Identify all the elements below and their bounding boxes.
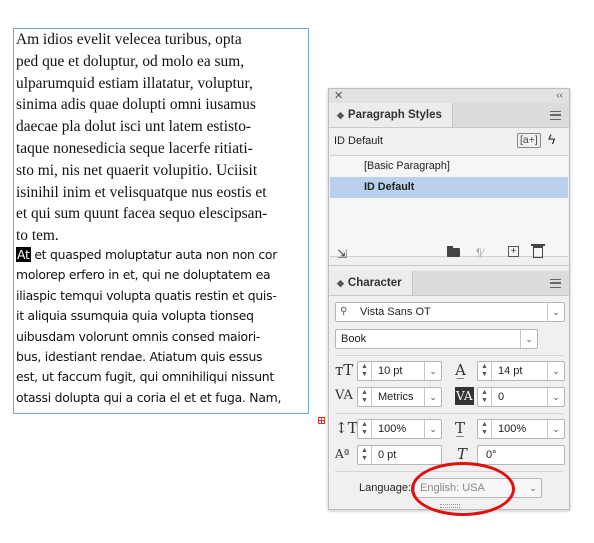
close-icon[interactable]: ✕ [334,89,343,103]
font-size-icon: ᴛT [335,361,354,379]
baseline-shift-icon: Aª [335,447,350,461]
text-line: At et quasped moluptatur auta non non co… [16,245,316,265]
chevron-down-icon[interactable]: ⌄ [547,388,564,406]
text-line: ulparumquid estiam illatatur, voluptur, [16,74,253,92]
stepper-icon[interactable]: ▲ ▼ [358,362,372,380]
chevron-down-icon[interactable]: ⌄ [424,362,441,380]
panel-title-bar[interactable]: ✕ ‹‹ [329,89,569,104]
tracking-field[interactable]: ▲ ▼ 0 ⌄ [477,387,565,407]
lightning-icon[interactable]: ϟ [548,131,555,147]
tab-character[interactable]: ◆ Character [329,271,413,295]
chevron-down-icon[interactable]: ⌄ [547,420,564,438]
load-styles-icon[interactable]: ⇲ [337,247,347,261]
trash-icon[interactable] [531,244,545,258]
font-style-select[interactable]: Book ⌄ [335,329,538,349]
chevron-down-icon[interactable]: ⌄ [525,479,541,497]
style-item[interactable]: [Basic Paragraph] [330,156,568,177]
tab-label: Character [347,277,402,289]
text-line: sto mi, nis net quaerit volupitio. Uciis… [16,161,258,179]
leading-icon: A̲ [455,361,466,379]
expand-chevron-icon[interactable]: ◆ [337,278,344,288]
stepper-icon[interactable]: ▲ ▼ [478,388,492,406]
clear-overrides-icon[interactable]: ¶⁄ [476,246,484,260]
collapse-icon[interactable]: ‹‹ [556,89,563,103]
text-frame[interactable]: Am idios evelit velecea turibus, opta pe… [13,28,325,424]
quick-apply-icon[interactable]: [a+] [517,133,541,148]
text-line: Am idios evelit velecea turibus, opta [16,31,242,48]
style-item[interactable]: ID Default [330,177,568,198]
text-line: molorep erfero in et, qui ne doluptatem … [16,267,271,283]
panel-menu-icon[interactable] [550,279,561,288]
skew-icon: T [457,445,468,463]
font-family-value: Vista Sans OT [360,306,431,318]
chevron-down-icon[interactable]: ⌄ [520,330,537,348]
folder-icon[interactable] [447,246,460,257]
text-line: it aliquia ssumquia quia volupta tionseq [16,308,254,324]
search-icon: ⚲ [340,306,348,317]
text-line: otassi dolupta qui a coria el et et fuga… [16,389,282,405]
chevron-down-icon[interactable]: ⌄ [424,420,441,438]
text-line: sinima adis quae dolupti omni iusamus [16,96,256,114]
vertical-scale-value: 100% [378,423,407,435]
text-line: est, ut faccum fugit, qui omnihiliqui ni… [16,369,275,385]
chevron-down-icon[interactable]: ⌄ [424,388,441,406]
stepper-icon[interactable]: ▲ ▼ [478,420,492,438]
tracking-icon: VA [455,387,474,405]
kerning-value: Metrics [378,391,414,403]
section-divider [329,265,569,266]
vertical-scale-icon: ↕T [335,419,358,437]
tracking-value: 0 [498,391,505,403]
text-line: ped que et doluptur, od molo ea sum, [16,52,245,70]
stepper-icon[interactable]: ▲ ▼ [478,362,492,380]
font-family-select[interactable]: ⚲ Vista Sans OT ⌄ [335,302,565,322]
stepper-icon[interactable]: ▲ ▼ [358,420,372,438]
tab-label: Paragraph Styles [347,109,442,121]
panel-menu-icon[interactable] [550,111,561,120]
kerning-field[interactable]: ▲ ▼ Metrics ⌄ [357,387,442,407]
expand-chevron-icon[interactable]: ◆ [337,110,344,120]
baseline-shift-field[interactable]: ▲ ▼ 0 pt [357,445,442,465]
kerning-icon: VA [335,388,353,403]
font-size-field[interactable]: ▲ ▼ 10 pt ⌄ [357,361,442,381]
skew-field[interactable]: 0° [477,445,565,465]
leading-value: 14 pt [498,365,523,377]
chevron-down-icon[interactable]: ⌄ [547,303,564,321]
overset-text-icon[interactable] [318,417,325,424]
text-line: et qui sum quunt facea sequo elescipsan- [16,205,268,223]
paragraph-1: Am idios evelit velecea turibus, opta pe… [16,29,316,247]
separator [335,413,563,414]
style-list: [Basic Paragraph] ID Default [330,155,568,257]
tab-paragraph-styles[interactable]: ◆ Paragraph Styles [329,103,453,127]
text-line: iliaspic temqui volupta quatis restin et… [16,287,277,303]
paragraph-2: At et quasped moluptatur auta non non co… [16,245,316,408]
horizontal-scale-field[interactable]: ▲ ▼ 100% ⌄ [477,419,565,439]
language-label: Language: [359,482,411,494]
stepper-icon[interactable]: ▲ ▼ [358,446,372,464]
separator [335,355,563,356]
text-span: et quasped moluptatur auta non non cor [30,247,278,262]
new-style-icon[interactable]: + [508,246,519,257]
leading-field[interactable]: ▲ ▼ 14 pt ⌄ [477,361,565,381]
annotation-ellipse [411,462,515,516]
text-line: taque nonesedicia seque lacerfe ritiati- [16,139,253,157]
character-tabbar: ◆ Character [329,271,569,296]
text-line: to tem. [16,227,59,245]
text-line: isinihil inim et velisquatque nus eostis… [16,183,267,201]
paragraph-styles-tabbar: ◆ Paragraph Styles [329,103,569,128]
text-line: daecae pla dolut isci unt latem estisto- [16,118,252,136]
baseline-shift-value: 0 pt [378,449,397,461]
text-line: bus, idestiant rendae. Atiatum quis essu… [16,348,263,364]
font-style-value: Book [341,333,367,345]
styles-panel: ✕ ‹‹ ◆ Paragraph Styles ID Default [a+] ϟ… [328,88,570,510]
horizontal-scale-icon: T̲ [455,419,466,437]
current-style-label: ID Default [334,135,383,147]
selected-text[interactable]: At [16,247,31,262]
horizontal-scale-value: 100% [498,423,527,435]
vertical-scale-field[interactable]: ▲ ▼ 100% ⌄ [357,419,442,439]
chevron-down-icon[interactable]: ⌄ [547,362,564,380]
font-size-value: 10 pt [378,365,403,377]
text-line: uibusdam volorunt omnis consed maiori- [16,328,261,344]
skew-value: 0° [486,449,497,461]
stepper-icon[interactable]: ▲ ▼ [358,388,372,406]
